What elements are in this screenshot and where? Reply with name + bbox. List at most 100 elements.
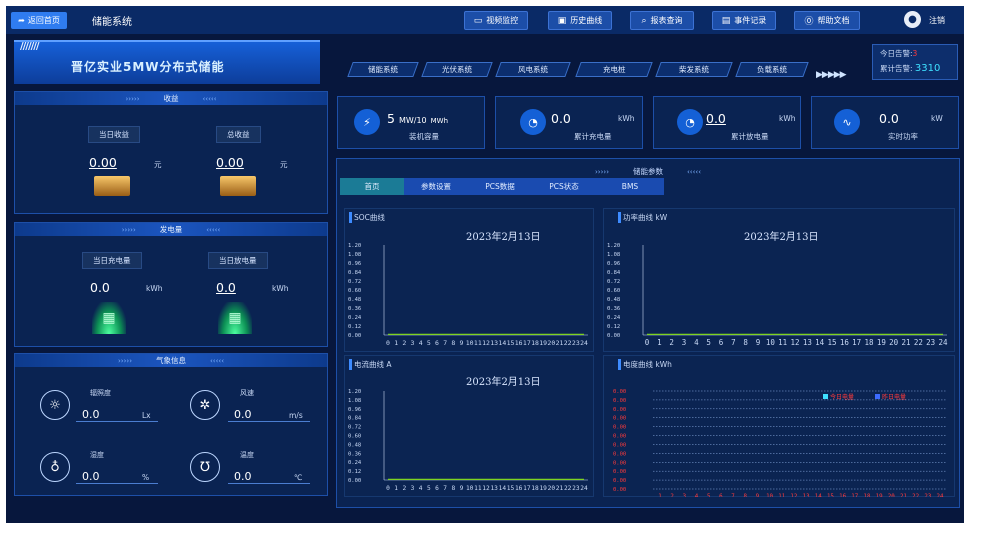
- help-doc-button[interactable]: ⓪ 帮助文档: [794, 11, 860, 30]
- x-tick-label: 17: [852, 338, 861, 347]
- y-tick-label: 0.84: [348, 270, 362, 276]
- alarm-today-value: 3: [912, 49, 918, 58]
- x-tick-label: 7: [443, 485, 447, 492]
- report-query-button[interactable]: ⌕ 报表查询: [630, 11, 694, 30]
- realtime-power-label: 实时功率: [888, 132, 918, 141]
- chevrons-right-icon: ›››››: [125, 94, 140, 103]
- x-tick-label: 8: [451, 339, 455, 347]
- company-title: 晋亿实业5MW分布式储能: [71, 60, 225, 74]
- x-tick-label: 5: [707, 494, 711, 497]
- temperature-icon: ℧: [190, 452, 220, 482]
- power-chart-title: 功率曲线 kW: [618, 212, 667, 223]
- nav-tab-load-label: 负载系统: [757, 65, 787, 74]
- y-tick-label: 0.00: [613, 487, 626, 493]
- y-tick-label: 0.36: [348, 451, 361, 457]
- x-tick-label: 6: [719, 338, 724, 347]
- nav-tab-storage[interactable]: 储能系统: [347, 62, 419, 77]
- x-tick-label: 0: [645, 338, 650, 347]
- nav-tab-diesel[interactable]: 柴发系统: [655, 62, 733, 77]
- y-tick-label: 0.00: [348, 333, 361, 339]
- video-monitor-button[interactable]: ▭ 视频监控: [464, 11, 528, 30]
- y-tick-label: 0.12: [348, 324, 361, 330]
- help-icon: ⓪: [804, 17, 814, 27]
- battery-icon: ⚡: [354, 109, 380, 135]
- gauge-icon: ◔: [677, 109, 703, 135]
- y-tick-label: 0.48: [348, 297, 361, 303]
- nav-tab-storage-label: 储能系统: [368, 65, 398, 74]
- y-tick-label: 0.96: [607, 261, 620, 267]
- x-tick-label: 16: [515, 485, 523, 492]
- capacity-number: 5: [387, 111, 395, 126]
- income-panel-header: ››››› 收益 ‹‹‹‹‹: [15, 92, 327, 105]
- legend-swatch: [875, 394, 880, 399]
- y-tick-label: 0.60: [348, 434, 361, 440]
- x-tick-label: 16: [839, 494, 846, 497]
- x-tick-label: 23: [572, 485, 580, 492]
- x-tick-label: 24: [938, 338, 948, 347]
- x-tick-label: 7: [443, 339, 447, 347]
- nav-tab-charging-label: 充电桩: [602, 65, 626, 74]
- alarm-today-label: 今日告警:: [880, 49, 913, 58]
- x-tick-label: 2: [402, 339, 406, 347]
- income-today-value: 0.00: [89, 155, 117, 170]
- y-tick-label: 0.00: [348, 478, 361, 484]
- coins-icon: [94, 176, 130, 196]
- x-tick-label: 15: [827, 494, 834, 497]
- y-tick-label: 0.84: [348, 416, 362, 422]
- x-tick-label: 11: [778, 494, 785, 497]
- tab-bms[interactable]: BMS: [596, 178, 664, 195]
- x-tick-label: 0: [386, 339, 390, 347]
- legend-label: 昨日电量: [882, 393, 906, 401]
- chevrons-right-icon: ›››››: [121, 225, 136, 234]
- x-tick-label: 0: [386, 485, 390, 492]
- alarm-today: 今日告警:3: [880, 48, 917, 59]
- irradiance-unit: Lx: [142, 411, 151, 420]
- nav-tab-pv[interactable]: 光伏系统: [421, 62, 493, 77]
- total-charge-unit: kWh: [618, 114, 635, 123]
- history-curve-button[interactable]: ▣ 历史曲线: [548, 11, 612, 30]
- back-home-button[interactable]: ➦ 返回首页: [11, 12, 67, 29]
- x-tick-label: 14: [815, 494, 822, 497]
- chevrons-right-icon: ›››››: [118, 356, 132, 365]
- y-tick-label: 0.00: [613, 425, 626, 431]
- x-tick-label: 6: [719, 494, 723, 497]
- history-curve-label: 历史曲线: [570, 16, 603, 25]
- x-tick-label: 20: [548, 485, 556, 492]
- nav-tab-load[interactable]: 负载系统: [735, 62, 809, 77]
- current-chart: 1.20 1.08 0.96 0.84 0.72 0.60 0.48 0.36 0.24 0.12…: [348, 389, 588, 492]
- tab-param-settings[interactable]: 参数设置: [404, 178, 468, 195]
- alarm-total: 累计告警: 3310: [880, 63, 940, 74]
- nav-tab-charging[interactable]: 充电桩: [575, 62, 653, 77]
- tab-home[interactable]: 首页: [340, 178, 404, 195]
- nav-tab-wind[interactable]: 风电系统: [495, 62, 571, 77]
- nav-tab-pv-label: 光伏系统: [442, 65, 472, 74]
- x-tick-label: 13: [803, 338, 812, 347]
- logout-link[interactable]: 注销: [929, 15, 945, 26]
- power-chart: 1.20 1.08 0.96 0.84 0.72 0.60 0.48 0.36 0.24 0.12…: [607, 243, 948, 347]
- x-tick-label: 5: [427, 485, 431, 492]
- total-discharge-label: 累计放电量: [731, 132, 769, 141]
- x-tick-label: 22: [912, 494, 919, 497]
- temperature-unit: ℃: [294, 473, 303, 482]
- video-icon: ▭: [473, 15, 483, 26]
- x-tick-label: 1: [394, 339, 398, 347]
- tab-pcs-data[interactable]: PCS数据: [468, 178, 532, 195]
- system-title: 储能系统: [92, 17, 132, 28]
- x-tick-label: 3: [682, 338, 687, 347]
- x-tick-label: 9: [756, 494, 760, 497]
- user-avatar-icon[interactable]: ●: [904, 11, 921, 28]
- x-tick-label: 18: [863, 494, 870, 497]
- income-total-label: 总收益: [216, 126, 261, 143]
- nav-tab-diesel-label: 柴发系统: [679, 65, 709, 74]
- x-tick-label: 15: [507, 339, 515, 347]
- tab-pcs-status[interactable]: PCS状态: [532, 178, 596, 195]
- x-tick-label: 18: [531, 339, 539, 347]
- y-tick-label: 0.48: [607, 297, 620, 303]
- x-tick-label: 7: [731, 494, 735, 497]
- chevrons-left-icon: ‹‹‹‹‹: [687, 167, 701, 176]
- y-tick-label: 0.00: [613, 442, 626, 448]
- fan-icon: ✲: [190, 390, 220, 420]
- x-tick-label: 18: [531, 485, 539, 492]
- y-tick-label: 0.00: [613, 407, 626, 413]
- event-log-button[interactable]: ▤ 事件记录: [712, 11, 776, 30]
